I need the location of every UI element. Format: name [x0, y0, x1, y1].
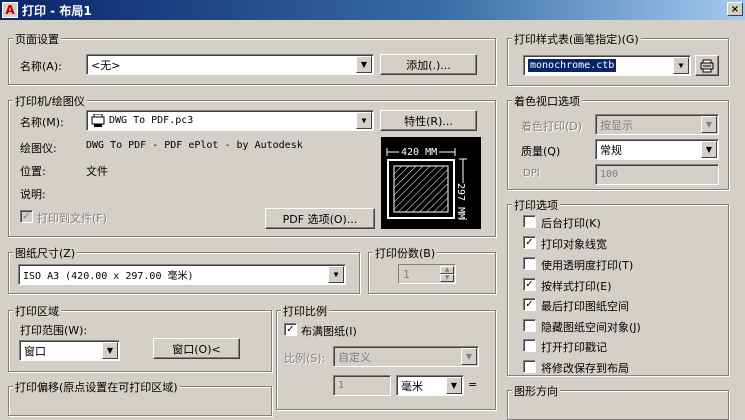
title-bar[interactable]: A 打印 - 布局1 ×: [0, 0, 745, 20]
page-setup-name-label: 名称(A):: [20, 60, 62, 73]
fit-to-paper-label: 布满图纸(I): [301, 325, 357, 338]
plot-option-label: 后台打印(K): [541, 217, 601, 230]
drawing-orientation-group: 图形方向: [507, 383, 729, 420]
shaded-viewport-title: 着色视口选项: [512, 93, 582, 109]
printer-name-value: DWG To PDF.pc3: [109, 115, 194, 126]
equals-sign: =: [468, 378, 478, 391]
scale-select[interactable]: 自定义 ▼: [333, 346, 479, 367]
plot-option-label: 隐藏图纸空间对象(J): [541, 321, 641, 334]
quality-value: 常规: [600, 143, 622, 157]
chevron-down-icon[interactable]: ▼: [673, 57, 689, 74]
pdf-options-button[interactable]: PDF 选项(O)...: [265, 208, 375, 229]
plot-range-value: 窗口: [24, 344, 46, 358]
location-value: 文件: [86, 165, 108, 178]
chevron-down-icon[interactable]: ▼: [328, 266, 344, 283]
plot-options-title: 打印选项: [512, 197, 560, 213]
chevron-down-icon[interactable]: ▼: [461, 348, 477, 365]
paper-size-select[interactable]: ISO A3 (420.00 x 297.00 毫米) ▼: [18, 264, 346, 285]
save-changes-to-layout-checkbox[interactable]: [523, 360, 536, 373]
plot-paperspace-last-checkbox[interactable]: ✓: [523, 298, 536, 311]
close-icon[interactable]: ×: [727, 2, 743, 16]
plot-option-label: 将修改保存到布局: [541, 362, 629, 375]
edit-plot-style-button[interactable]: [695, 55, 719, 76]
shade-plot-select[interactable]: 按显示 ▼: [595, 114, 719, 135]
plot-area-title: 打印区域: [13, 303, 61, 319]
scale-unit-type-select[interactable]: 毫米 ▼: [396, 375, 464, 396]
dpi-label: DPI: [523, 168, 540, 179]
print-to-file-checkbox[interactable]: ✓: [20, 210, 33, 223]
plot-option-label: 打印对象线宽: [541, 238, 607, 251]
plot-style-select[interactable]: monochrome.ctb ▼: [523, 55, 691, 76]
paper-size-value: ISO A3 (420.00 x 297.00 毫米): [23, 271, 194, 282]
printer-title: 打印机/绘图仪: [13, 93, 87, 109]
plot-option-label: 按样式打印(E): [541, 280, 612, 293]
location-label: 位置:: [20, 165, 46, 178]
printer-name-select[interactable]: DWG To PDF.pc3 ▼: [86, 110, 374, 131]
paper-size-title: 图纸尺寸(Z): [13, 245, 78, 261]
page-setup-name-value: <无>: [91, 58, 121, 72]
background-plot-checkbox[interactable]: [523, 215, 536, 228]
plot-option-label: 使用透明度打印(T): [541, 259, 634, 272]
quality-select[interactable]: 常规 ▼: [595, 139, 719, 160]
plot-style-title: 打印样式表(画笔指定)(G): [512, 31, 641, 47]
copies-title: 打印份数(B): [373, 245, 438, 261]
plot-offset-title: 打印偏移(原点设置在可打印区域): [13, 379, 180, 395]
plot-option-label: 打开打印戳记: [541, 341, 607, 354]
plot-lineweights-checkbox[interactable]: ✓: [523, 236, 536, 249]
paper-width-label: 420 MM: [399, 147, 440, 158]
plot-stamp-checkbox[interactable]: [523, 339, 536, 352]
plotter-label: 绘图仪:: [20, 142, 57, 155]
add-page-setup-button[interactable]: 添加(.)...: [380, 54, 477, 75]
shade-plot-label: 着色打印(D): [521, 120, 583, 133]
plot-style-value: monochrome.ctb: [528, 59, 617, 72]
page-setup-title: 页面设置: [13, 31, 61, 47]
chevron-down-icon[interactable]: ▼: [446, 377, 462, 394]
autocad-app-icon: A: [2, 2, 18, 18]
dpi-value: 100: [600, 169, 619, 180]
print-to-file-label: 打印到文件(F): [37, 212, 107, 225]
chevron-down-icon[interactable]: ▼: [701, 116, 717, 133]
plotter-icon: [91, 114, 105, 127]
spin-down-icon[interactable]: ▼: [440, 274, 454, 282]
quality-label: 质量(Q): [521, 145, 561, 158]
printer-properties-button[interactable]: 特性(R)...: [380, 110, 477, 131]
drawing-orientation-title: 图形方向: [512, 383, 560, 399]
plot-with-styles-checkbox[interactable]: ✓: [523, 278, 536, 291]
hide-paperspace-objects-checkbox[interactable]: [523, 319, 536, 332]
plot-offset-group: 打印偏移(原点设置在可打印区域): [8, 379, 272, 416]
copies-spin-buttons[interactable]: ▲ ▼: [440, 266, 454, 282]
page-setup-name-select[interactable]: <无> ▼: [86, 54, 374, 75]
shade-plot-value: 按显示: [600, 118, 633, 132]
plot-range-select[interactable]: 窗口 ▼: [19, 340, 120, 361]
scale-value: 自定义: [338, 350, 371, 364]
fit-to-paper-checkbox[interactable]: ✓: [284, 323, 297, 336]
description-label: 说明:: [20, 188, 46, 201]
window-select-button[interactable]: 窗口(O)<: [153, 338, 240, 359]
plot-transparency-checkbox[interactable]: [523, 257, 536, 270]
plot-style-editor-icon: [700, 59, 714, 72]
scale-label: 比例(S):: [284, 352, 326, 365]
paper-preview: 420 MM 297 MM: [381, 137, 481, 229]
chevron-down-icon[interactable]: ▼: [102, 342, 118, 359]
plot-option-label: 最后打印图纸空间: [541, 300, 629, 313]
dpi-input[interactable]: 100: [595, 164, 719, 185]
paper-height-label: 297 MM: [455, 183, 466, 220]
copies-value: 1: [403, 267, 410, 281]
spin-up-icon[interactable]: ▲: [440, 266, 454, 274]
scale-units-value: 1: [338, 380, 345, 391]
chevron-down-icon[interactable]: ▼: [701, 141, 717, 158]
scale-unit-type-value: 毫米: [401, 379, 423, 393]
plot-range-label: 打印范围(W):: [20, 324, 88, 337]
copies-spinner[interactable]: 1 ▲ ▼: [398, 264, 456, 284]
printer-name-label: 名称(M):: [20, 116, 64, 129]
chevron-down-icon[interactable]: ▼: [356, 112, 372, 129]
plotter-value: DWG To PDF - PDF ePlot - by Autodesk: [86, 140, 303, 151]
scale-units-input[interactable]: 1: [333, 375, 391, 396]
window-title: 打印 - 布局1: [22, 3, 92, 18]
chevron-down-icon[interactable]: ▼: [356, 56, 372, 73]
plot-scale-title: 打印比例: [281, 303, 329, 319]
